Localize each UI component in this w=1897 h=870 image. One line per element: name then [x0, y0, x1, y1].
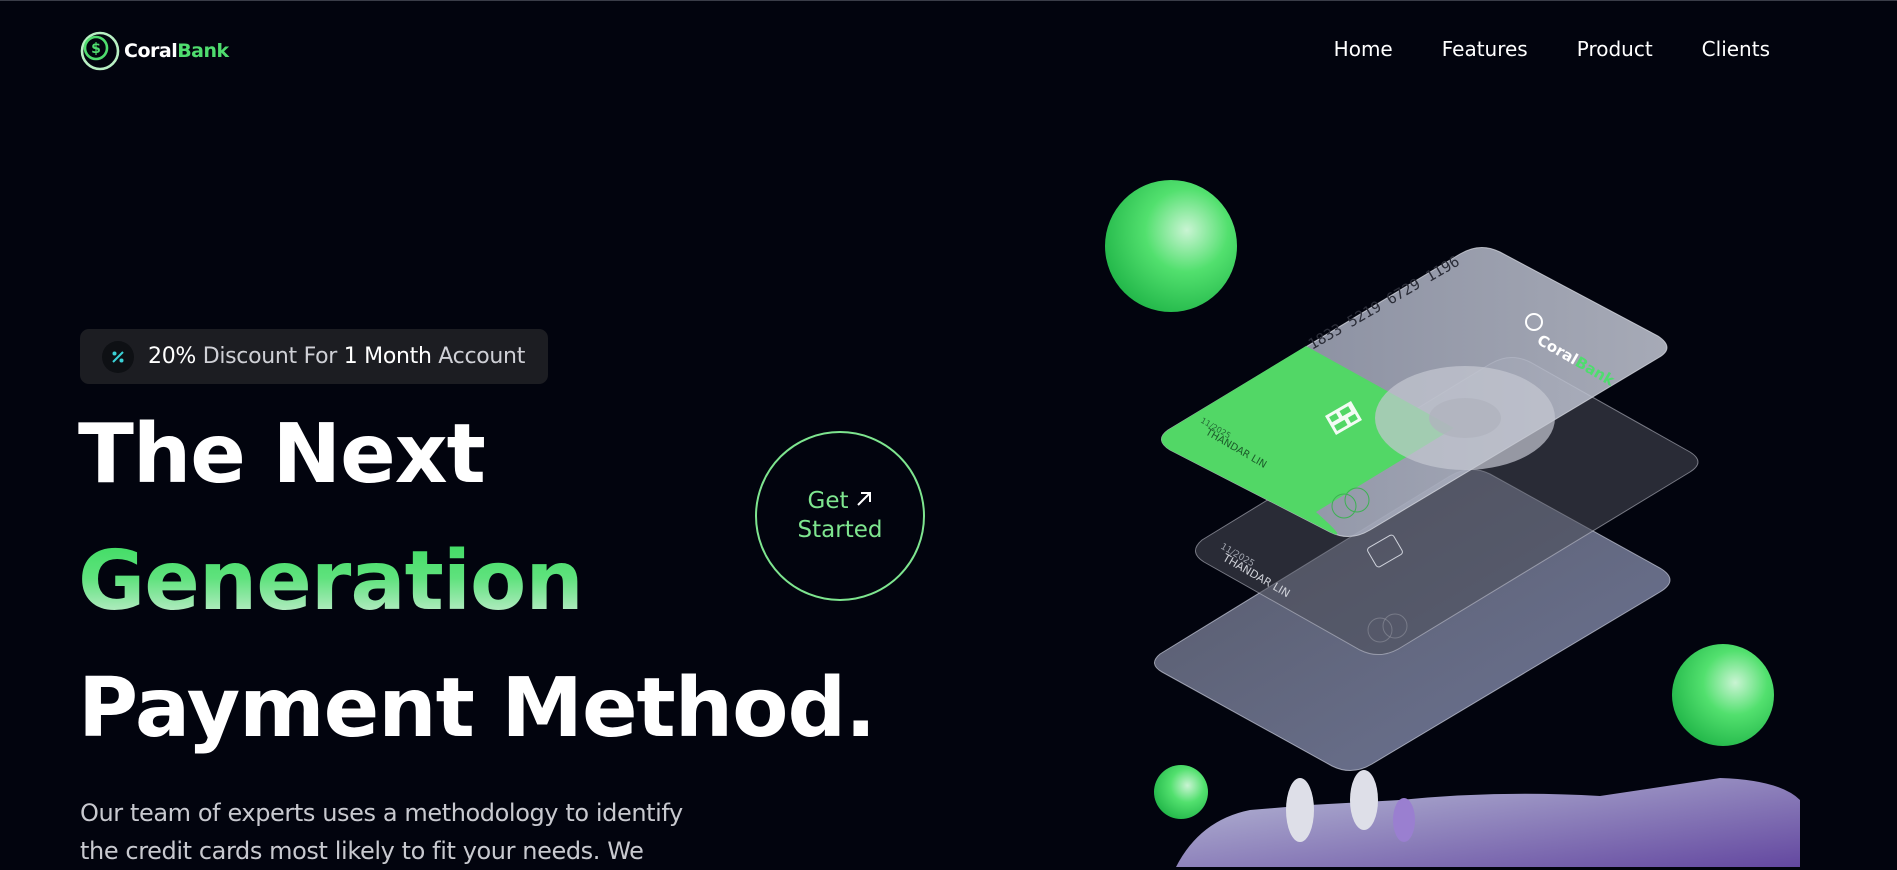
nav-features[interactable]: Features [1442, 37, 1528, 61]
discount-text: 20% Discount For 1 Month Account [148, 344, 525, 369]
arrow-up-right-icon [855, 487, 873, 516]
green-sphere-top [1105, 180, 1237, 312]
cta-label-line2: Started [797, 517, 883, 543]
nav-home[interactable]: Home [1334, 37, 1393, 61]
discount-mid: Discount For [196, 344, 344, 369]
brand-name-part1: Coral [124, 40, 178, 62]
main-nav: Home Features Product Clients [1300, 37, 1770, 61]
nav-clients[interactable]: Clients [1702, 37, 1770, 61]
cta-label-line1: Get [807, 488, 849, 514]
discount-end: Account [431, 344, 526, 369]
hero-title-line3: Payment Method. [78, 661, 876, 756]
brand-name: CoralBank [124, 40, 229, 62]
discount-duration: 1 Month [343, 344, 432, 369]
brand-name-part2: Bank [177, 40, 229, 62]
discount-percent: 20% [148, 344, 196, 369]
hero-description: Our team of experts uses a methodology t… [80, 799, 683, 865]
green-sphere-small [1154, 765, 1208, 819]
green-sphere-right [1672, 644, 1774, 746]
get-started-button[interactable]: Get Started [755, 431, 925, 601]
top-border [0, 0, 1897, 1]
dollar-coin-icon: $ [80, 31, 120, 71]
nav-product[interactable]: Product [1577, 37, 1653, 61]
robot-hand [1176, 778, 1800, 867]
hero-title-line1: The Next [78, 407, 486, 502]
percent-icon [102, 340, 134, 373]
discount-badge: 20% Discount For 1 Month Account [80, 329, 548, 384]
hero-title-line2: Generation [78, 534, 584, 629]
brand-logo[interactable]: $ CoralBank [80, 31, 229, 71]
svg-text:$: $ [91, 41, 101, 57]
hero-illustration: THANDAR LIN 11/2025 1833 5219 6729 1196 … [1105, 180, 1800, 867]
